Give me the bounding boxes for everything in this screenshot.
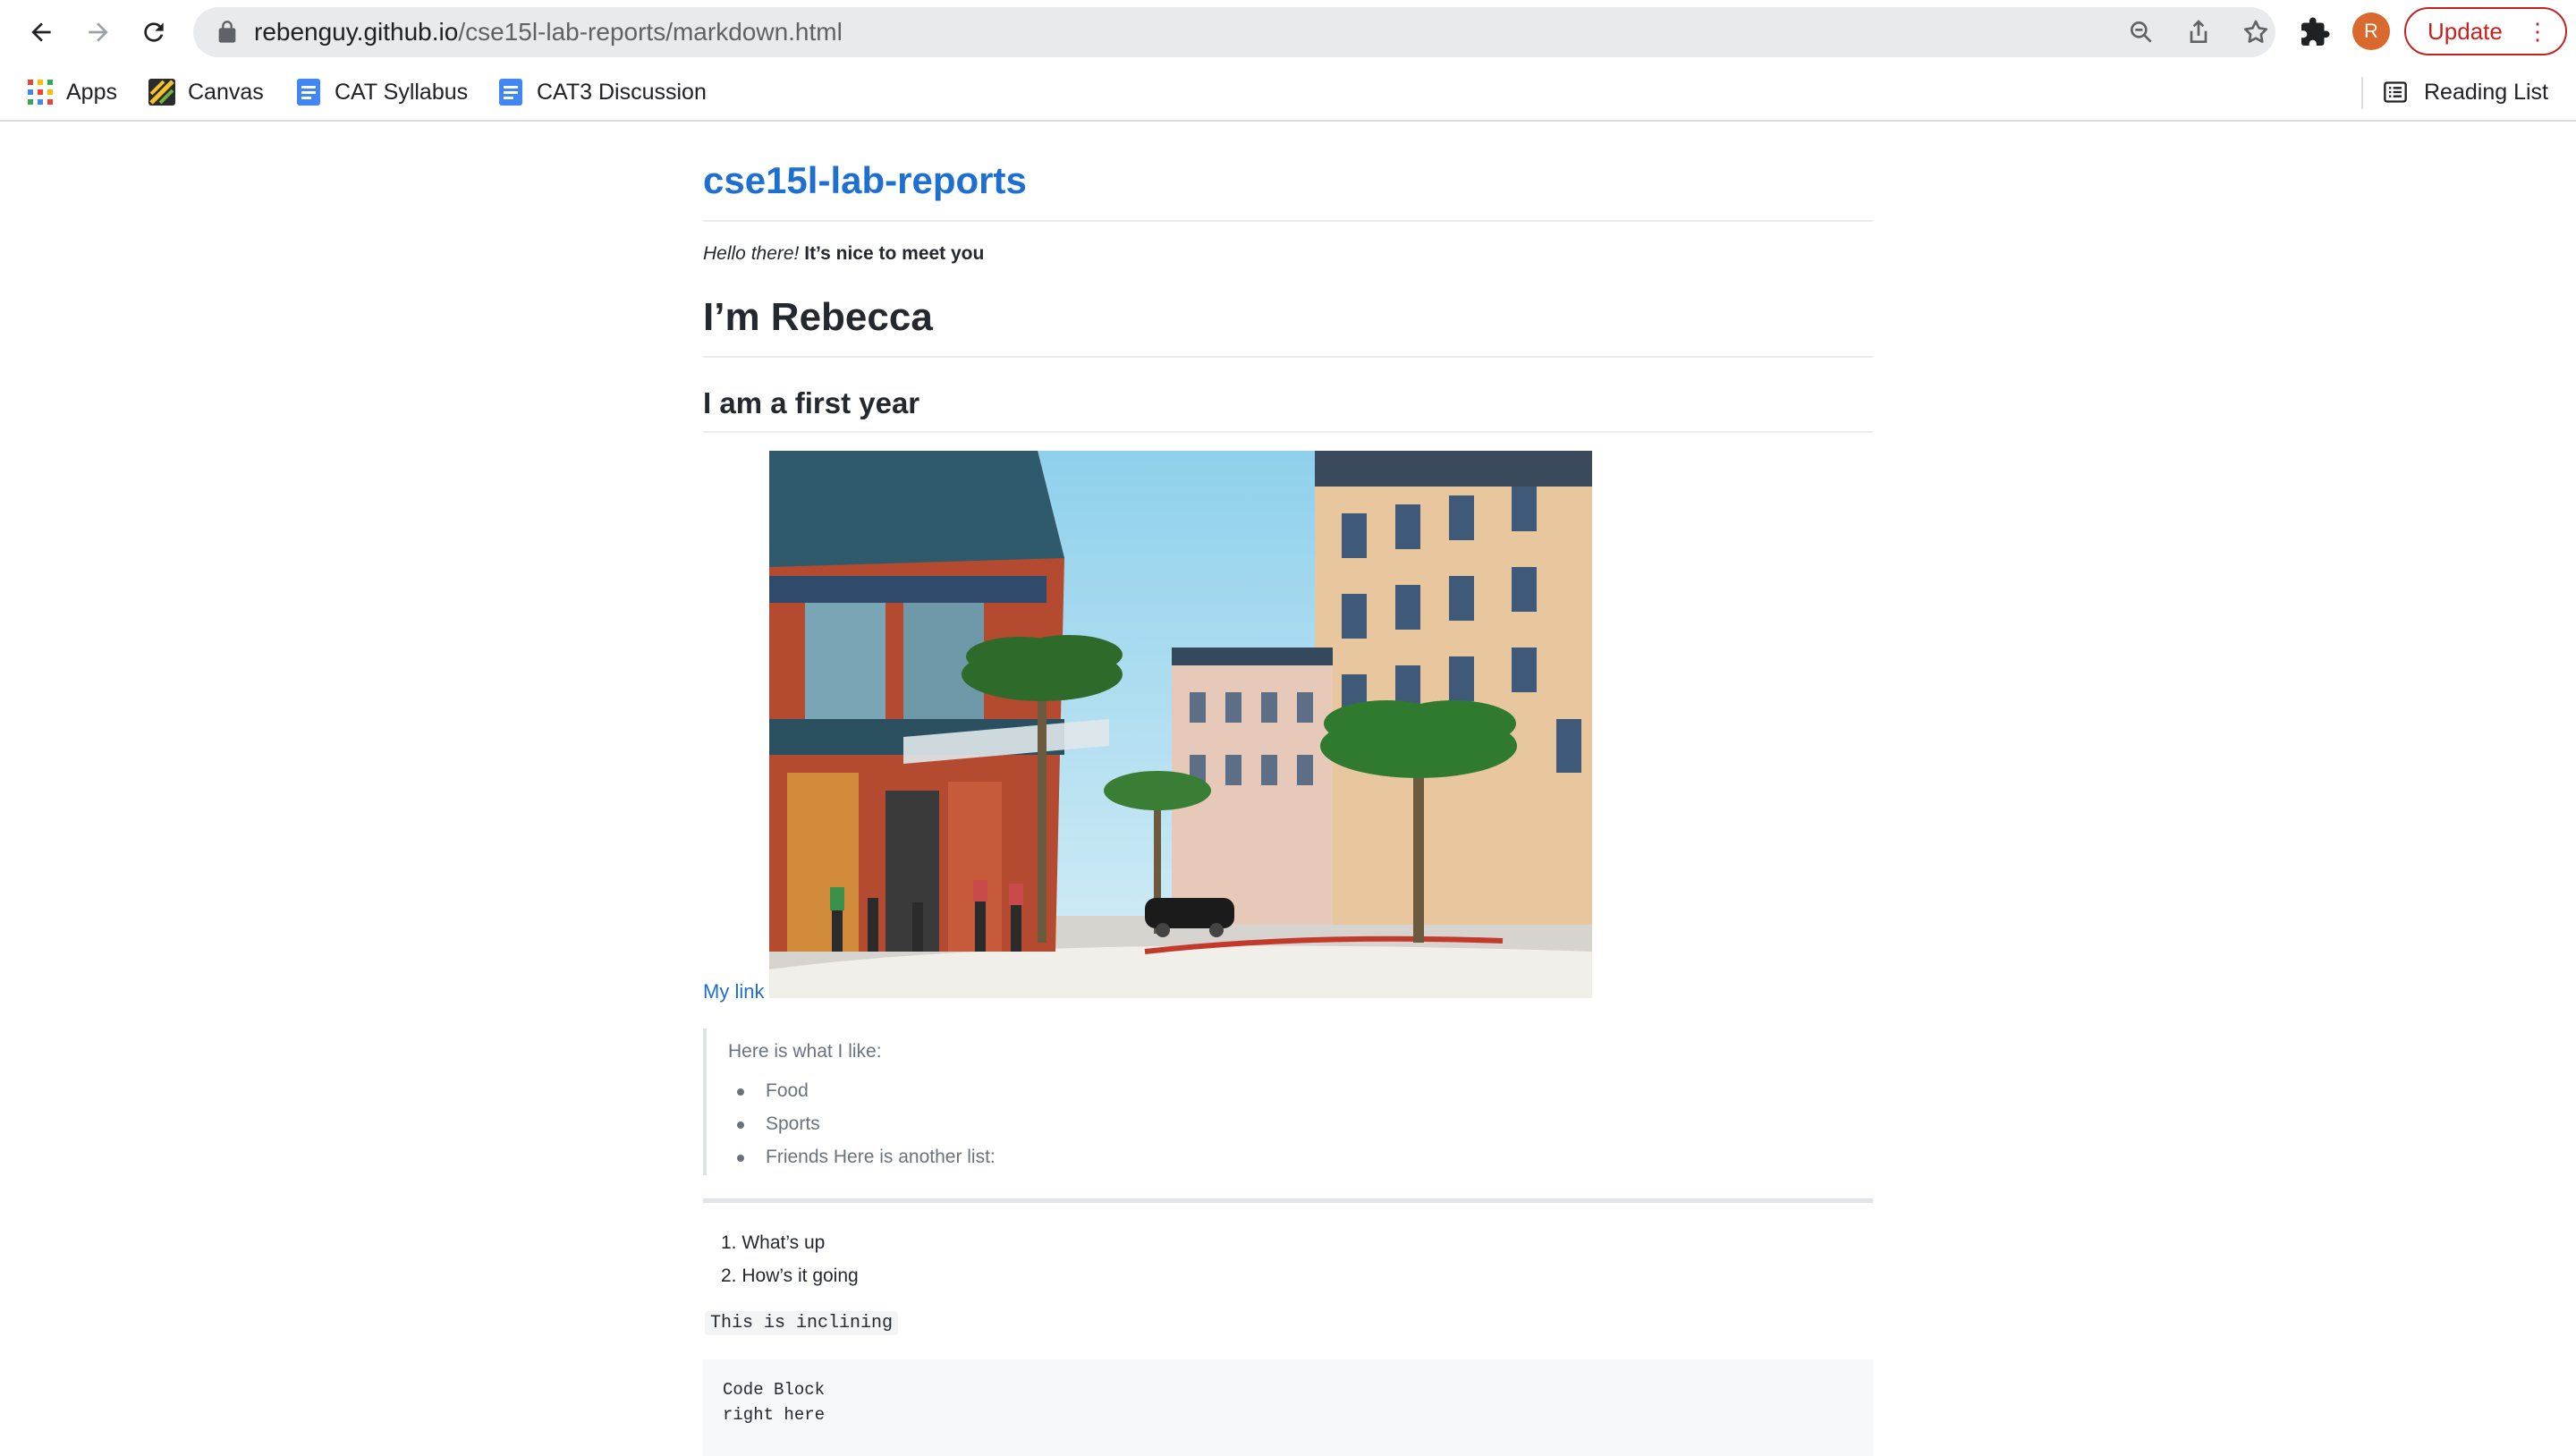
inline-code: This is inclining [705,1311,899,1335]
street-photo[interactable] [769,451,1592,998]
more-vertical-icon: ⋮ [2526,18,2549,45]
reload-button[interactable] [134,13,174,52]
update-label: Update [2428,18,2503,45]
code-line: Code Block [723,1380,826,1400]
reading-list-button[interactable]: Reading List [2383,64,2548,120]
share-icon[interactable] [2184,18,2213,47]
zoom-icon[interactable] [2127,18,2156,47]
intro-bold: It’s nice to meet you [804,243,985,264]
list-item: Food [737,1080,996,1113]
forward-button[interactable] [79,13,118,52]
heading-first-year: I am a first year [703,386,920,419]
list-item: 1. What’s up [721,1232,826,1253]
browser-toolbar: rebenguy.github.io/cse15l-lab-reports/ma… [0,0,2576,64]
reload-icon [144,22,164,42]
bookmark-label: CAT3 Discussion [537,80,707,105]
bookmark-cat3-discussion[interactable]: CAT3 Discussion [497,64,707,120]
profile-avatar[interactable]: R [2352,13,2390,50]
ordered-list: 1. What’s up 2. How’s it going [721,1232,859,1299]
bookmark-label: Canvas [188,80,264,105]
code-line: right here [723,1405,826,1425]
my-link[interactable]: My link [703,980,764,1003]
list-item: 2. How’s it going [721,1266,859,1286]
forward-arrow-icon [89,22,108,42]
url-path: /cse15l-lab-reports/markdown.html [458,18,843,46]
likes-blockquote: Here is what I like: Food Sports Friends… [703,1029,1873,1175]
bookmarks-bar: Apps Canvas CAT Syllabus CAT3 Discussion… [0,64,2576,122]
code-block: Code Block right here [703,1359,1873,1456]
update-button[interactable]: Update ⋮ [2404,7,2567,55]
title-rule [703,220,1873,222]
list-item: Sports [737,1113,996,1147]
lock-icon [218,21,236,43]
bookmarks-separator [2361,77,2363,109]
url-text[interactable]: rebenguy.github.io/cse15l-lab-reports/ma… [254,7,843,57]
blockquote-text: Here is what I like: [728,1041,882,1062]
heading2-rule [703,431,1873,433]
bookmark-label: Apps [66,80,117,105]
bookmark-canvas[interactable]: Canvas [148,64,264,120]
google-doc-icon [297,79,320,106]
canvas-icon [148,79,175,106]
extensions-puzzle-icon[interactable] [2299,16,2331,48]
likes-list: Food Sports Friends Here is another list… [737,1080,996,1180]
intro-italic: Hello there! [703,243,800,264]
bookmark-label: CAT Syllabus [335,80,469,105]
google-doc-icon [499,79,522,106]
bookmark-cat-syllabus[interactable]: CAT Syllabus [295,64,468,120]
bookmark-apps[interactable]: Apps [27,64,117,120]
street-scene-image [769,451,1592,998]
back-button[interactable] [21,13,61,52]
reading-list-icon [2384,81,2407,103]
intro-paragraph: Hello there! It’s nice to meet you [703,243,984,265]
heading-rebecca: I’m Rebecca [703,295,933,339]
horizontal-rule [703,1198,1873,1203]
reading-list-label: Reading List [2424,80,2548,105]
list-item: Friends Here is another list: [737,1147,996,1180]
site-title-link[interactable]: cse15l-lab-reports [703,159,1027,202]
url-host: rebenguy.github.io [254,18,459,46]
bookmark-star-icon[interactable] [2241,18,2270,47]
apps-grid-icon [28,80,53,105]
back-arrow-icon [31,22,51,42]
heading1-rule [703,356,1873,358]
address-bar[interactable]: rebenguy.github.io/cse15l-lab-reports/ma… [193,7,2275,57]
